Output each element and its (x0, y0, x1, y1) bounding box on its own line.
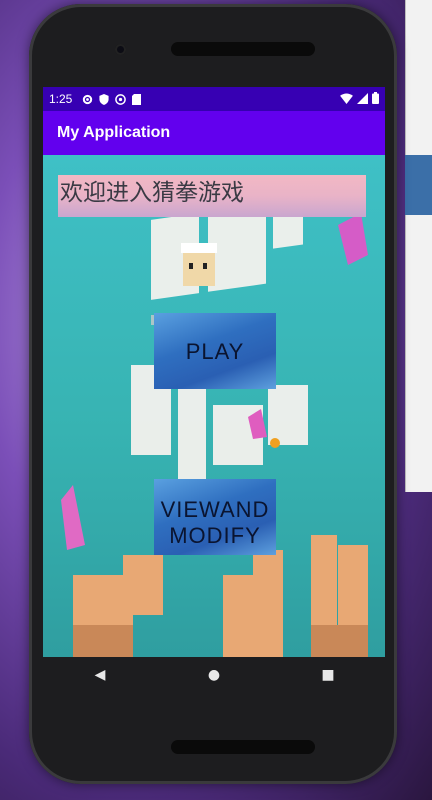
gear-icon (83, 94, 93, 104)
app-bar: My Application (43, 111, 385, 155)
status-bar: 1:25 (43, 87, 385, 111)
background-window-accent (405, 155, 432, 215)
battery-icon (372, 92, 379, 104)
view-and-modify-button[interactable]: VIEWAND MODIFY (154, 479, 276, 555)
background-window (405, 0, 432, 492)
home-button[interactable]: ● (194, 667, 234, 683)
signal-icon (357, 92, 368, 104)
app-title: My Application (57, 124, 171, 141)
shield-icon (99, 93, 109, 105)
speaker-bottom (171, 740, 315, 754)
sd-card-icon (132, 93, 142, 105)
recents-button[interactable]: ■ (308, 667, 348, 683)
status-right-icons (340, 92, 379, 104)
camera-icon (115, 44, 126, 55)
game-art-decoration (61, 184, 368, 657)
play-button[interactable]: PLAY (154, 313, 276, 389)
status-time: 1:25 (49, 92, 73, 106)
navigation-bar: ◀ ● ■ (43, 657, 385, 693)
game-background: 欢迎进入猜拳游戏 PLAY VIEWAND MODIFY (43, 155, 385, 657)
wifi-icon (340, 92, 353, 104)
phone-screen: 1:25 My Application 欢迎进入猜拳游戏 PLAY VIEWAN… (43, 87, 385, 657)
status-icons (82, 93, 142, 105)
back-button[interactable]: ◀ (80, 667, 120, 683)
welcome-banner: 欢迎进入猜拳游戏 (58, 175, 366, 217)
sync-icon (115, 93, 127, 105)
speaker-top (171, 42, 315, 56)
